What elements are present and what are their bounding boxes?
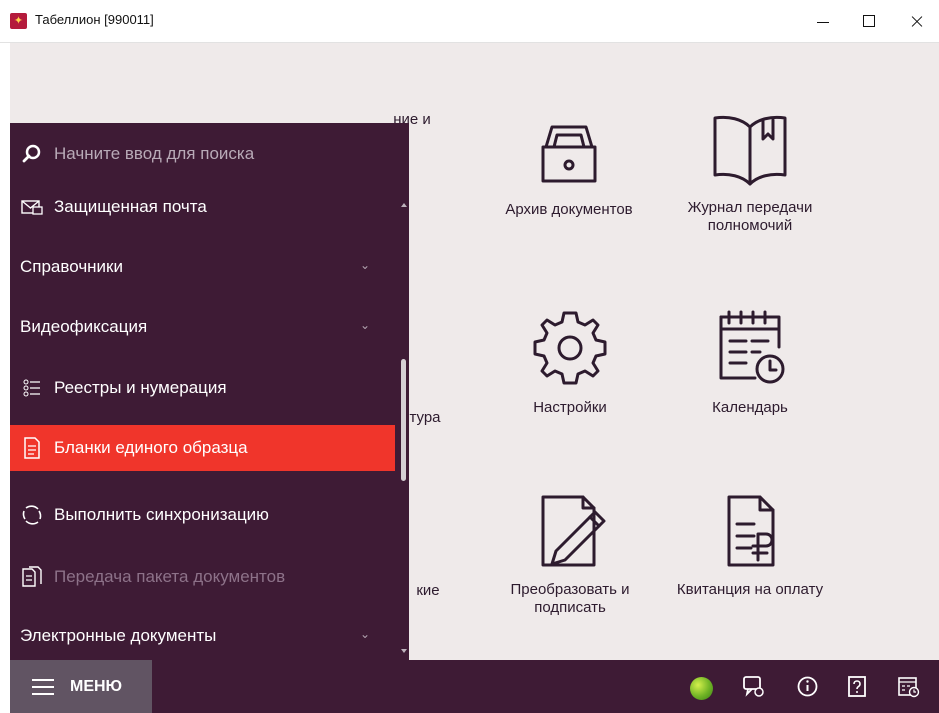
menu-item-label: Справочники <box>20 257 123 276</box>
menu-search[interactable]: Начните ввод для поиска <box>10 131 395 177</box>
sign-document-icon <box>541 495 606 567</box>
tile-settings[interactable]: Настройки <box>485 303 655 417</box>
help-icon[interactable] <box>846 675 869 698</box>
scroll-down-arrow-icon[interactable] <box>401 649 407 653</box>
menu-item-label: Защищенная почта <box>54 197 207 216</box>
bottom-toolbar: МЕНЮ <box>10 660 939 713</box>
tile-archive[interactable]: Архив документов <box>484 115 654 219</box>
minimize-button[interactable] <box>800 0 846 42</box>
application-window: ✦ Табеллион [990011] ние и Архив докумен… <box>0 0 939 713</box>
status-online-icon <box>690 677 713 700</box>
calendar-icon <box>719 310 785 384</box>
chat-icon[interactable] <box>742 675 765 698</box>
double-chevron-down-icon: ⌄ <box>359 627 370 641</box>
document-icon <box>20 436 44 460</box>
menu-item-standard-forms[interactable]: Бланки единого образца <box>10 425 395 471</box>
document-package-icon <box>20 565 44 589</box>
title-bar: ✦ Табеллион [990011] <box>0 0 939 43</box>
menu-item-secure-mail[interactable]: Защищенная почта <box>10 184 395 230</box>
menu-scrollbar[interactable] <box>398 123 409 660</box>
menu-item-label: Передача пакета документов <box>54 567 286 586</box>
search-icon <box>20 142 44 166</box>
menu-item-label: Выполнить синхронизацию <box>54 505 269 524</box>
tile-calendar[interactable]: Календарь <box>665 303 835 417</box>
tile-journal[interactable]: Журнал передачи полномочий <box>665 109 835 235</box>
archive-box-icon <box>541 125 597 183</box>
scroll-thumb[interactable] <box>401 359 406 481</box>
gear-icon <box>533 311 607 385</box>
menu-item-label: Реестры и нумерация <box>54 378 227 397</box>
hamburger-icon <box>32 678 54 695</box>
double-chevron-down-icon: ⌄ <box>359 258 370 272</box>
scroll-up-arrow-icon[interactable] <box>401 203 407 207</box>
window-title: Табеллион [990011] <box>35 12 154 27</box>
menu-item-document-package: Передача пакета документов <box>10 554 395 600</box>
menu-item-label: Электронные документы <box>20 626 217 645</box>
maximize-button[interactable] <box>846 0 892 42</box>
navigation-menu-panel: Начните ввод для поиска Защищенная почта… <box>10 123 409 660</box>
app-logo-icon: ✦ <box>10 13 27 29</box>
tile-convert-sign[interactable]: Преобразовать и подписать <box>485 485 655 617</box>
menu-item-label: Бланки единого образца <box>54 438 248 457</box>
close-button[interactable] <box>893 0 939 42</box>
menu-item-sync[interactable]: Выполнить синхронизацию <box>10 492 395 538</box>
calendar-clock-icon[interactable] <box>897 675 920 698</box>
menu-item-video[interactable]: Видеофиксация ⌄ <box>10 304 395 350</box>
menu-item-electronic-documents[interactable]: Электронные документы ⌄ <box>10 613 395 659</box>
registry-list-icon <box>20 376 44 400</box>
receipt-ruble-icon <box>727 495 775 567</box>
main-menu-button[interactable]: МЕНЮ <box>10 660 152 713</box>
menu-item-label: Видеофиксация <box>20 317 148 336</box>
search-placeholder: Начните ввод для поиска <box>54 144 255 163</box>
sync-icon <box>20 503 44 527</box>
menu-button-label: МЕНЮ <box>70 677 123 695</box>
double-chevron-down-icon: ⌄ <box>359 318 370 332</box>
menu-item-registries[interactable]: Реестры и нумерация <box>10 365 395 411</box>
secure-mail-icon <box>20 195 44 219</box>
book-icon <box>713 115 787 186</box>
info-icon[interactable] <box>796 675 819 698</box>
menu-item-directories[interactable]: Справочники ⌄ <box>10 244 395 290</box>
tile-receipt[interactable]: Квитанция на оплату <box>665 485 835 599</box>
